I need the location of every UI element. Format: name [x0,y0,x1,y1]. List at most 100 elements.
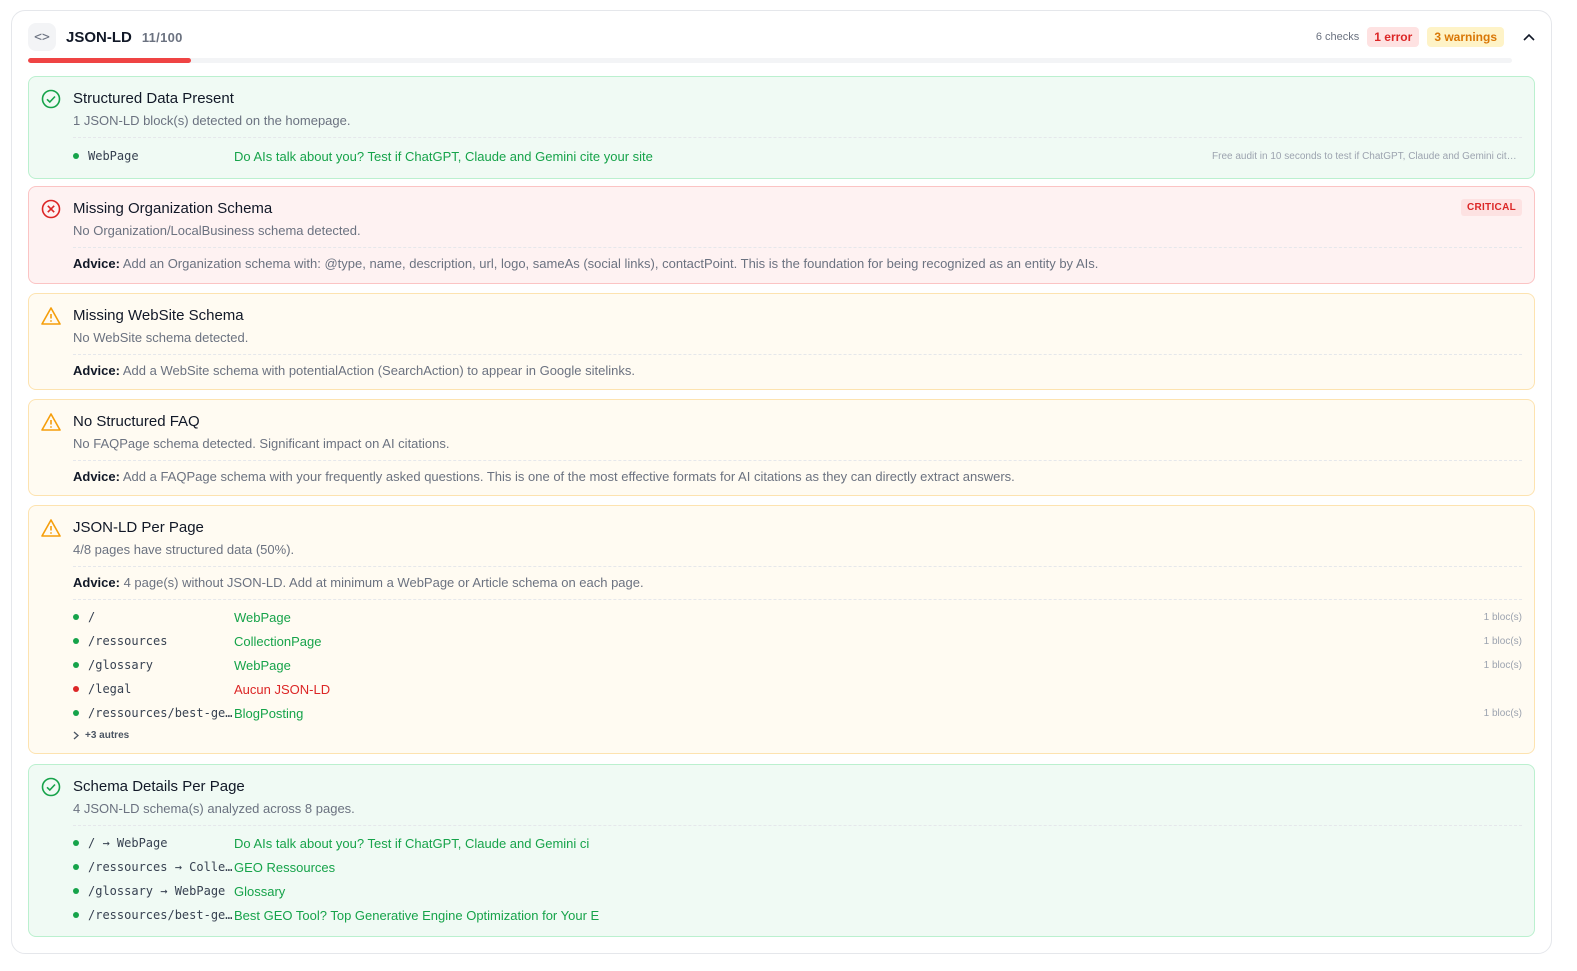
status-dot [73,638,79,644]
table-row: /ressources CollectionPage 1 bloc(s) [73,632,1522,650]
divider [73,566,1522,567]
chevron-up-icon[interactable] [1522,30,1536,44]
warning-triangle-icon [41,518,61,538]
check-organization-schema: Missing Organization Schema CRITICAL No … [28,186,1535,284]
advice-body: Add a FAQPage schema with your frequentl… [122,469,1015,484]
schema-type: WebPage [234,657,291,673]
page-path: /ressources/best-geo-tool [88,706,234,720]
schema-type: Aucun JSON-LD [234,681,331,697]
warning-triangle-icon [41,306,61,326]
advice-label: Advice: [73,575,120,590]
check-title: Missing Organization Schema [73,200,273,217]
check-description: 4 JSON-LD schema(s) analyzed across 8 pa… [73,801,355,816]
chevron-right-icon [73,731,79,740]
check-jsonld-per-page: JSON-LD Per Page 4/8 pages have structur… [28,505,1535,754]
list-item: /ressources/best-geo-tool → BlogPosting … [73,906,1522,924]
block-count: 1 bloc(s) [1483,635,1522,647]
page-path: /ressources [88,634,168,648]
page-path: /legal [88,682,132,696]
check-description: No WebSite schema detected. [73,330,249,345]
table-row: /glossary WebPage 1 bloc(s) [73,656,1522,674]
check-description: 4/8 pages have structured data (50%). [73,542,295,557]
check-structured-data: Structured Data Present 1 JSON-LD block(… [28,76,1535,179]
page-path: /glossary [88,658,154,672]
divider [73,354,1522,355]
check-circle-icon [41,89,61,109]
x-circle-icon [41,199,61,219]
advice-label: Advice: [73,256,120,271]
check-circle-icon [41,777,61,797]
list-item: /glossary → WebPage Glossary [73,882,1522,900]
page-schema: /ressources/best-geo-tool → BlogPosting [88,908,234,922]
block-count: 1 bloc(s) [1483,659,1522,671]
code-icon: <> [28,23,56,51]
page-path: / [88,610,96,624]
schema-type: CollectionPage [234,633,322,649]
advice-label: Advice: [73,363,120,378]
warning-triangle-icon [41,412,61,432]
schema-name: Best GEO Tool? Top Generative Engine Opt… [234,907,600,923]
divider [73,825,1522,826]
block-count: 1 bloc(s) [1483,611,1522,623]
schema-name: Do AIs talk about you? Test if ChatGPT, … [234,835,590,851]
show-more-toggle[interactable]: +3 autres [73,730,129,741]
critical-badge: CRITICAL [1460,199,1522,216]
list-item: / → WebPage Do AIs talk about you? Test … [73,834,1522,852]
check-title: Missing WebSite Schema [73,307,244,324]
panel-title: JSON-LD [66,28,132,46]
divider [73,137,1522,138]
advice-body: Add an Organization schema with: @type, … [122,256,1099,271]
jsonld-panel: <> JSON-LD 11/100 6 checks 1 error 3 war… [11,10,1552,954]
advice-text: Advice: 4 page(s) without JSON-LD. Add a… [73,575,644,590]
divider [73,460,1522,461]
status-dot [73,686,79,692]
status-dot [73,662,79,668]
page-schema: /ressources → CollectionPage [88,860,234,874]
list-item: WebPage Do AIs talk about you? Test if C… [73,147,1522,165]
check-website-schema: Missing WebSite Schema No WebSite schema… [28,293,1535,390]
advice-text: Advice: Add a WebSite schema with potent… [73,363,635,378]
check-description: 1 JSON-LD block(s) detected on the homep… [73,113,351,128]
status-dot [73,710,79,716]
status-dot [73,888,79,894]
schema-type: BlogPosting [234,705,304,721]
check-title: Schema Details Per Page [73,778,245,795]
list-item: /ressources → CollectionPage GEO Ressour… [73,858,1522,876]
checks-count: 6 checks [1315,31,1360,43]
check-title: No Structured FAQ [73,413,200,430]
status-dot [73,864,79,870]
row-value: Do AIs talk about you? Test if ChatGPT, … [234,148,653,164]
check-faq-schema: No Structured FAQ No FAQPage schema dete… [28,399,1535,496]
table-row: /ressources/best-geo-tool BlogPosting 1 … [73,704,1522,722]
table-row: / WebPage 1 bloc(s) [73,608,1522,626]
advice-text: Advice: Add a FAQPage schema with your f… [73,469,1015,484]
block-count: 1 bloc(s) [1483,707,1522,719]
schema-name: GEO Ressources [234,859,336,875]
status-dot [73,840,79,846]
advice-label: Advice: [73,469,120,484]
check-title: Structured Data Present [73,90,234,107]
page-schema: / → WebPage [88,836,168,850]
status-dot [73,614,79,620]
table-row: /legal Aucun JSON-LD [73,680,1522,698]
schema-name: Glossary [234,883,286,899]
status-dot [73,912,79,918]
schema-type: WebPage [234,609,291,625]
score-label: 11/100 [141,29,183,45]
advice-body: 4 page(s) without JSON-LD. Add at minimu… [123,575,644,590]
show-more-label: +3 autres [85,730,130,741]
check-description: No Organization/LocalBusiness schema det… [73,223,361,238]
score-progress-fill [28,58,192,63]
check-schema-details: Schema Details Per Page 4 JSON-LD schema… [28,764,1535,937]
check-title: JSON-LD Per Page [73,519,204,536]
divider [73,247,1522,248]
row-key: WebPage [88,149,139,163]
panel-header[interactable]: <> JSON-LD 11/100 6 checks 1 error 3 war… [28,23,1536,51]
advice-body: Add a WebSite schema with potentialActio… [122,363,635,378]
divider [73,599,1522,600]
advice-text: Advice: Add an Organization schema with:… [73,256,1098,271]
status-dot [73,153,79,159]
score-progress-bar [28,58,1512,63]
check-description: No FAQPage schema detected. Significant … [73,436,450,451]
error-badge: 1 error [1367,27,1420,47]
